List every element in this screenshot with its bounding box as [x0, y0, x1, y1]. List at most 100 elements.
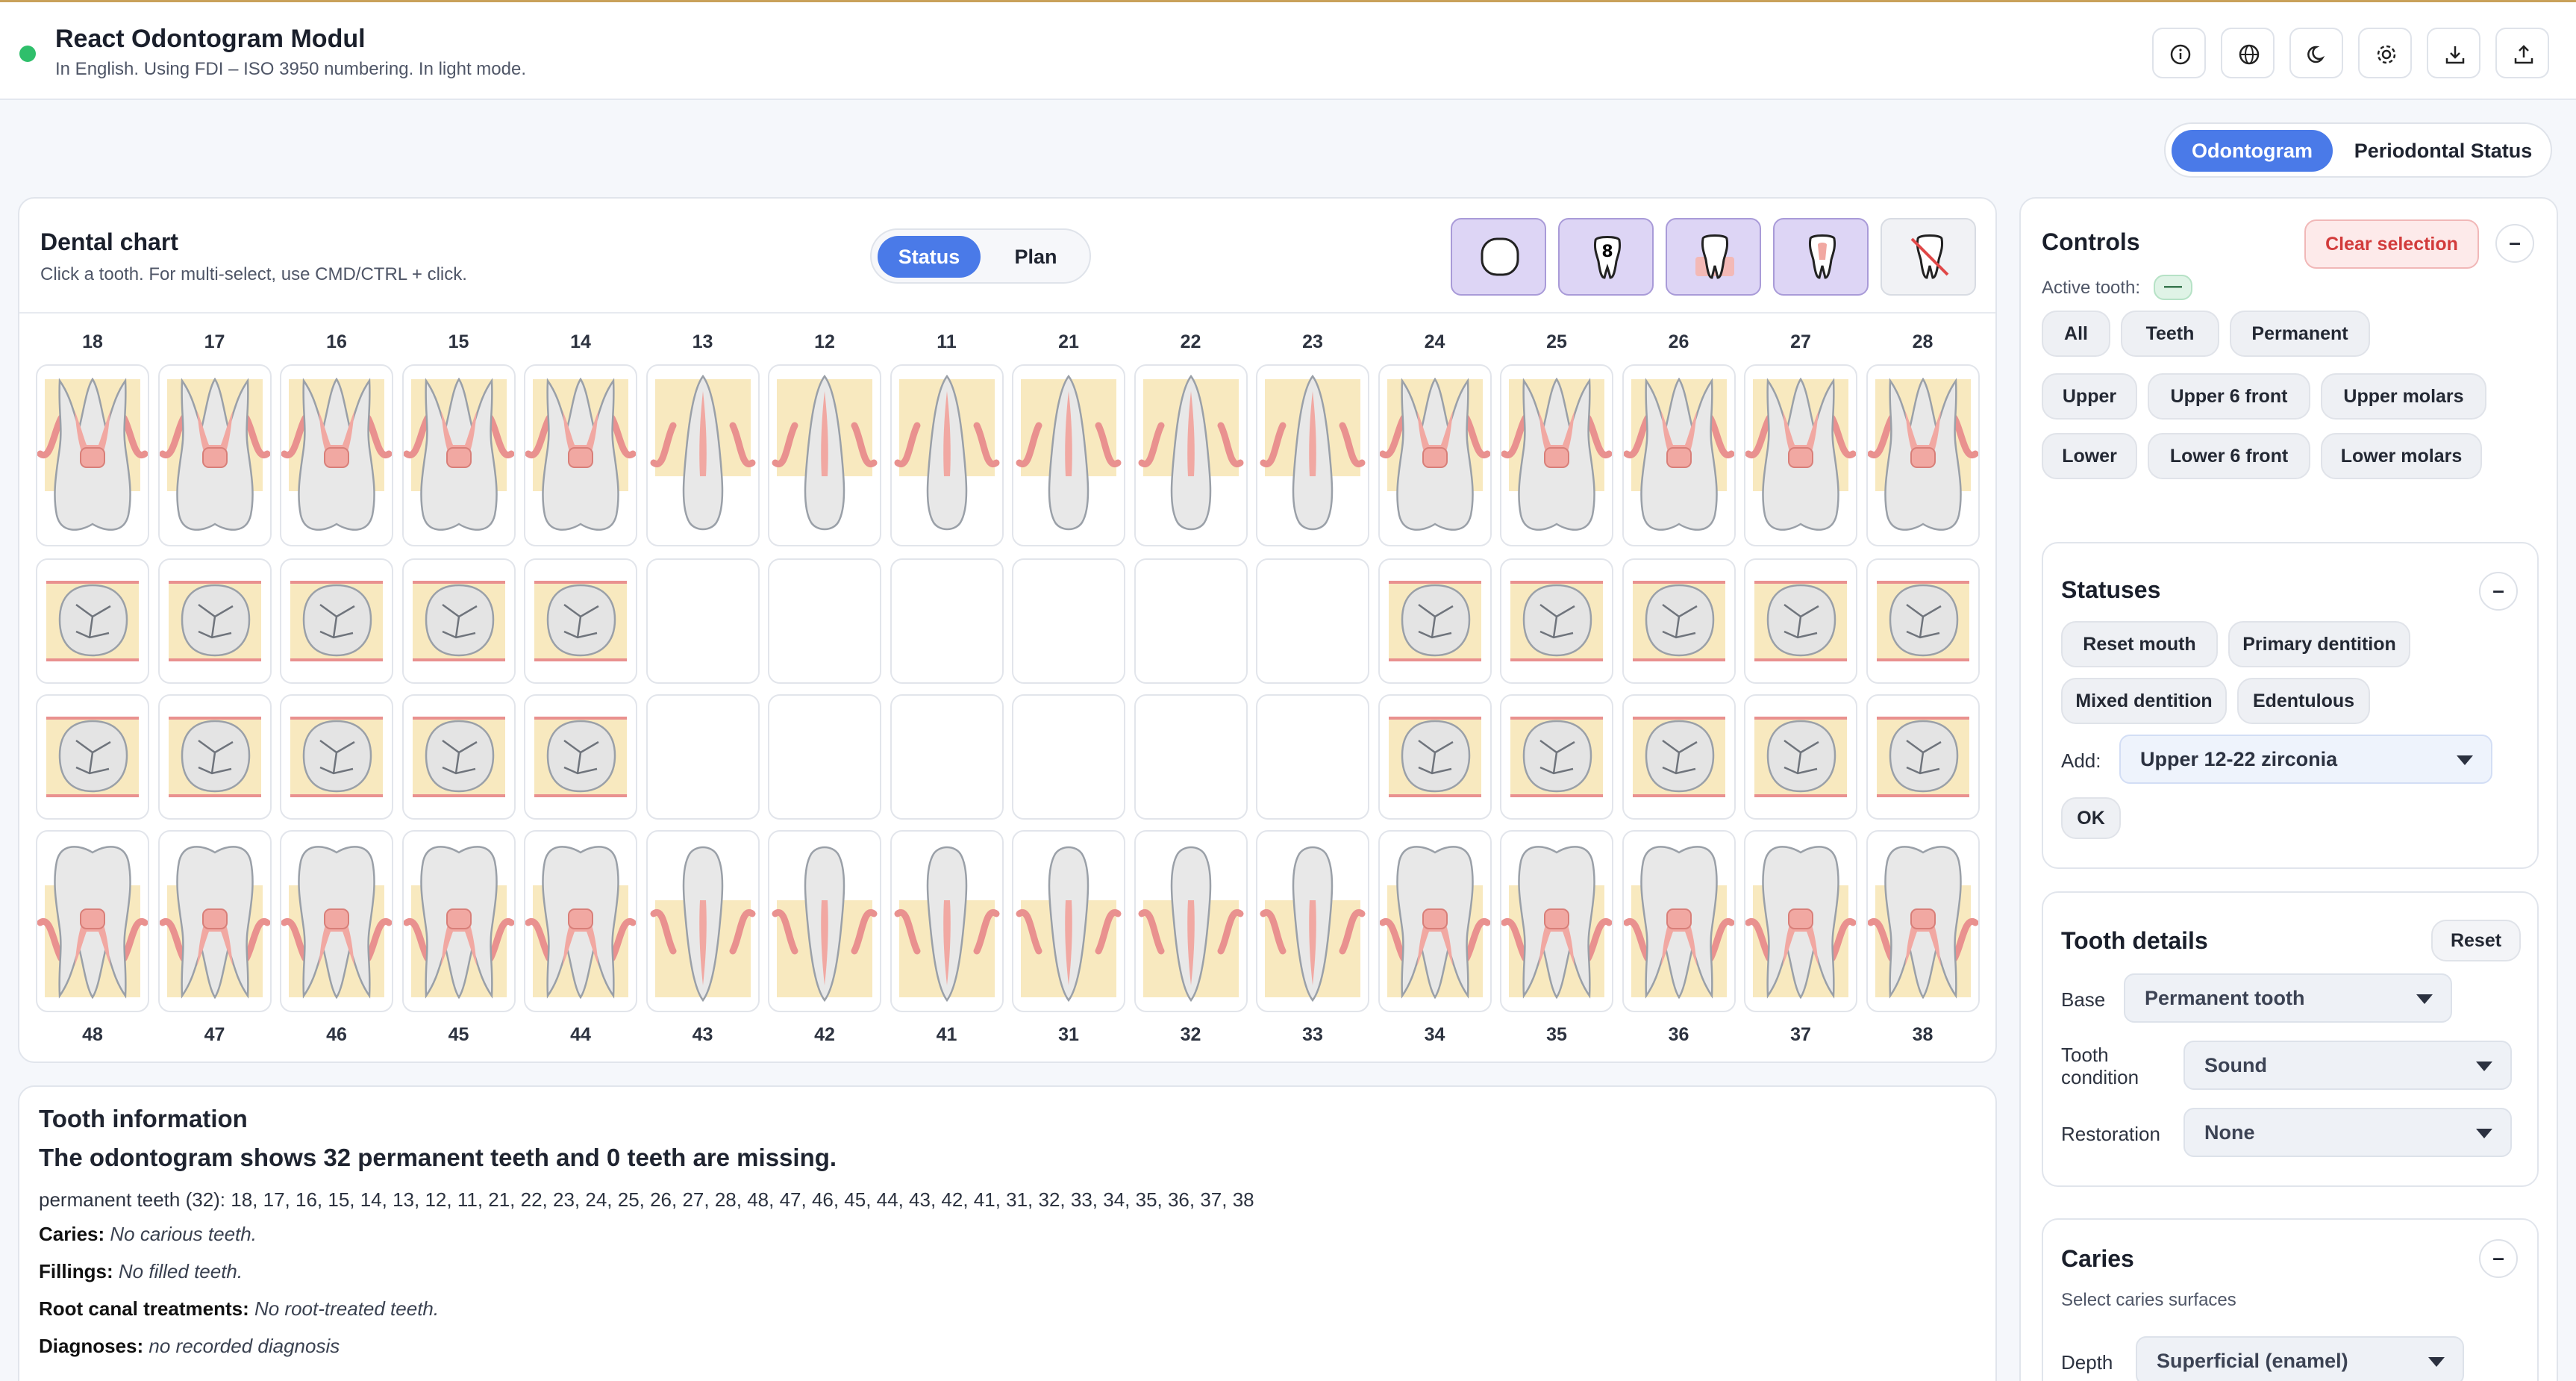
tooth-17[interactable] [157, 364, 272, 546]
tooth-15-occlusal[interactable] [401, 558, 516, 684]
tooth-45[interactable] [401, 830, 516, 1012]
tooth-24[interactable] [1378, 364, 1492, 546]
edentulous-button[interactable]: Edentulous [2237, 678, 2370, 724]
select-upper-molars-button[interactable]: Upper molars [2321, 373, 2486, 420]
tooth-38-occlusal[interactable] [1866, 694, 1980, 820]
download-button[interactable] [2427, 28, 2480, 78]
base-select[interactable]: Permanent tooth [2124, 973, 2452, 1023]
tooth-26-occlusal[interactable] [1622, 558, 1736, 684]
tooth-46[interactable] [280, 830, 393, 1012]
select-lower-button[interactable]: Lower [2042, 433, 2137, 479]
settings-button[interactable] [2358, 28, 2412, 78]
tooth-21-occlusal[interactable] [1012, 558, 1125, 684]
tooth-37[interactable] [1744, 830, 1857, 1012]
tooth-28-occlusal[interactable] [1866, 558, 1980, 684]
tooth-31-occlusal[interactable] [1012, 694, 1125, 820]
tooth-48[interactable] [36, 830, 149, 1012]
layer-occlusal-button[interactable] [1451, 218, 1546, 296]
tooth-12[interactable] [768, 364, 881, 546]
select-lower-6-front-button[interactable]: Lower 6 front [2148, 433, 2310, 479]
tooth-24-occlusal[interactable] [1378, 558, 1492, 684]
tooth-41[interactable] [890, 830, 1004, 1012]
layer-number-button[interactable]: 8 [1558, 218, 1654, 296]
tooth-36-occlusal[interactable] [1622, 694, 1736, 820]
tooth-23-occlusal[interactable] [1256, 558, 1369, 684]
tooth-26[interactable] [1622, 364, 1736, 546]
tooth-32-occlusal[interactable] [1134, 694, 1248, 820]
tooth-23[interactable] [1256, 364, 1369, 546]
tooth-15[interactable] [401, 364, 516, 546]
tooth-12-occlusal[interactable] [768, 558, 881, 684]
layer-gum-button[interactable] [1666, 218, 1761, 296]
mixed-dentition-button[interactable]: Mixed dentition [2061, 678, 2227, 724]
tooth-43-occlusal[interactable] [645, 694, 760, 820]
info-button[interactable] [2152, 28, 2206, 78]
tooth-21[interactable] [1012, 364, 1125, 546]
tooth-34[interactable] [1378, 830, 1492, 1012]
select-upper-6-front-button[interactable]: Upper 6 front [2148, 373, 2310, 420]
tooth-18-occlusal[interactable] [36, 558, 149, 684]
tooth-27-occlusal[interactable] [1744, 558, 1857, 684]
tooth-43[interactable] [645, 830, 760, 1012]
select-lower-molars-button[interactable]: Lower molars [2321, 433, 2482, 479]
statuses-collapse-button[interactable]: – [2479, 572, 2518, 611]
tooth-37-occlusal[interactable] [1744, 694, 1857, 820]
tooth-16-occlusal[interactable] [280, 558, 393, 684]
tooth-35-occlusal[interactable] [1500, 694, 1613, 820]
ok-button[interactable]: OK [2061, 797, 2121, 839]
tooth-28[interactable] [1866, 364, 1980, 546]
tooth-34-occlusal[interactable] [1378, 694, 1492, 820]
tooth-14-occlusal[interactable] [524, 558, 637, 684]
upload-button[interactable] [2495, 28, 2549, 78]
add-status-select[interactable]: Upper 12-22 zirconia [2119, 735, 2492, 784]
tab-odontogram[interactable]: Odontogram [2172, 130, 2333, 172]
tooth-42-occlusal[interactable] [768, 694, 881, 820]
layer-missing-button[interactable] [1881, 218, 1976, 296]
tooth-45-occlusal[interactable] [401, 694, 516, 820]
clear-selection-button[interactable]: Clear selection [2304, 219, 2479, 269]
tooth-48-occlusal[interactable] [36, 694, 149, 820]
tooth-33[interactable] [1256, 830, 1369, 1012]
tooth-13-occlusal[interactable] [645, 558, 760, 684]
tooth-42[interactable] [768, 830, 881, 1012]
tooth-27[interactable] [1744, 364, 1857, 546]
tooth-condition-select[interactable]: Sound [2183, 1041, 2512, 1090]
tooth-details-reset-button[interactable]: Reset [2431, 920, 2521, 961]
tooth-14[interactable] [524, 364, 637, 546]
tooth-25-occlusal[interactable] [1500, 558, 1613, 684]
tab-plan[interactable]: Plan [985, 236, 1087, 278]
tooth-38[interactable] [1866, 830, 1980, 1012]
tooth-13[interactable] [645, 364, 760, 546]
tooth-47[interactable] [157, 830, 272, 1012]
tooth-25[interactable] [1500, 364, 1613, 546]
caries-collapse-button[interactable]: – [2479, 1239, 2518, 1278]
tooth-32[interactable] [1134, 830, 1248, 1012]
tooth-44[interactable] [524, 830, 637, 1012]
select-upper-button[interactable]: Upper [2042, 373, 2137, 420]
tooth-44-occlusal[interactable] [524, 694, 637, 820]
tooth-33-occlusal[interactable] [1256, 694, 1369, 820]
tooth-22[interactable] [1134, 364, 1248, 546]
tooth-18[interactable] [36, 364, 149, 546]
tooth-41-occlusal[interactable] [890, 694, 1004, 820]
tooth-16[interactable] [280, 364, 393, 546]
tab-status[interactable]: Status [878, 236, 981, 278]
reset-mouth-button[interactable]: Reset mouth [2061, 621, 2218, 667]
language-button[interactable] [2221, 28, 2275, 78]
controls-collapse-button[interactable]: – [2495, 224, 2534, 263]
tooth-31[interactable] [1012, 830, 1125, 1012]
tooth-22-occlusal[interactable] [1134, 558, 1248, 684]
theme-button[interactable] [2289, 28, 2343, 78]
select-teeth-button[interactable]: Teeth [2121, 311, 2219, 357]
tooth-36[interactable] [1622, 830, 1736, 1012]
select-all-button[interactable]: All [2042, 311, 2110, 357]
tooth-11[interactable] [890, 364, 1004, 546]
tooth-35[interactable] [1500, 830, 1613, 1012]
primary-dentition-button[interactable]: Primary dentition [2228, 621, 2410, 667]
layer-pulp-button[interactable] [1773, 218, 1869, 296]
tooth-17-occlusal[interactable] [157, 558, 272, 684]
tooth-46-occlusal[interactable] [280, 694, 393, 820]
tab-periodontal-status[interactable]: Periodontal Status [2339, 130, 2548, 172]
depth-select[interactable]: Superficial (enamel) [2136, 1336, 2464, 1381]
tooth-47-occlusal[interactable] [157, 694, 272, 820]
